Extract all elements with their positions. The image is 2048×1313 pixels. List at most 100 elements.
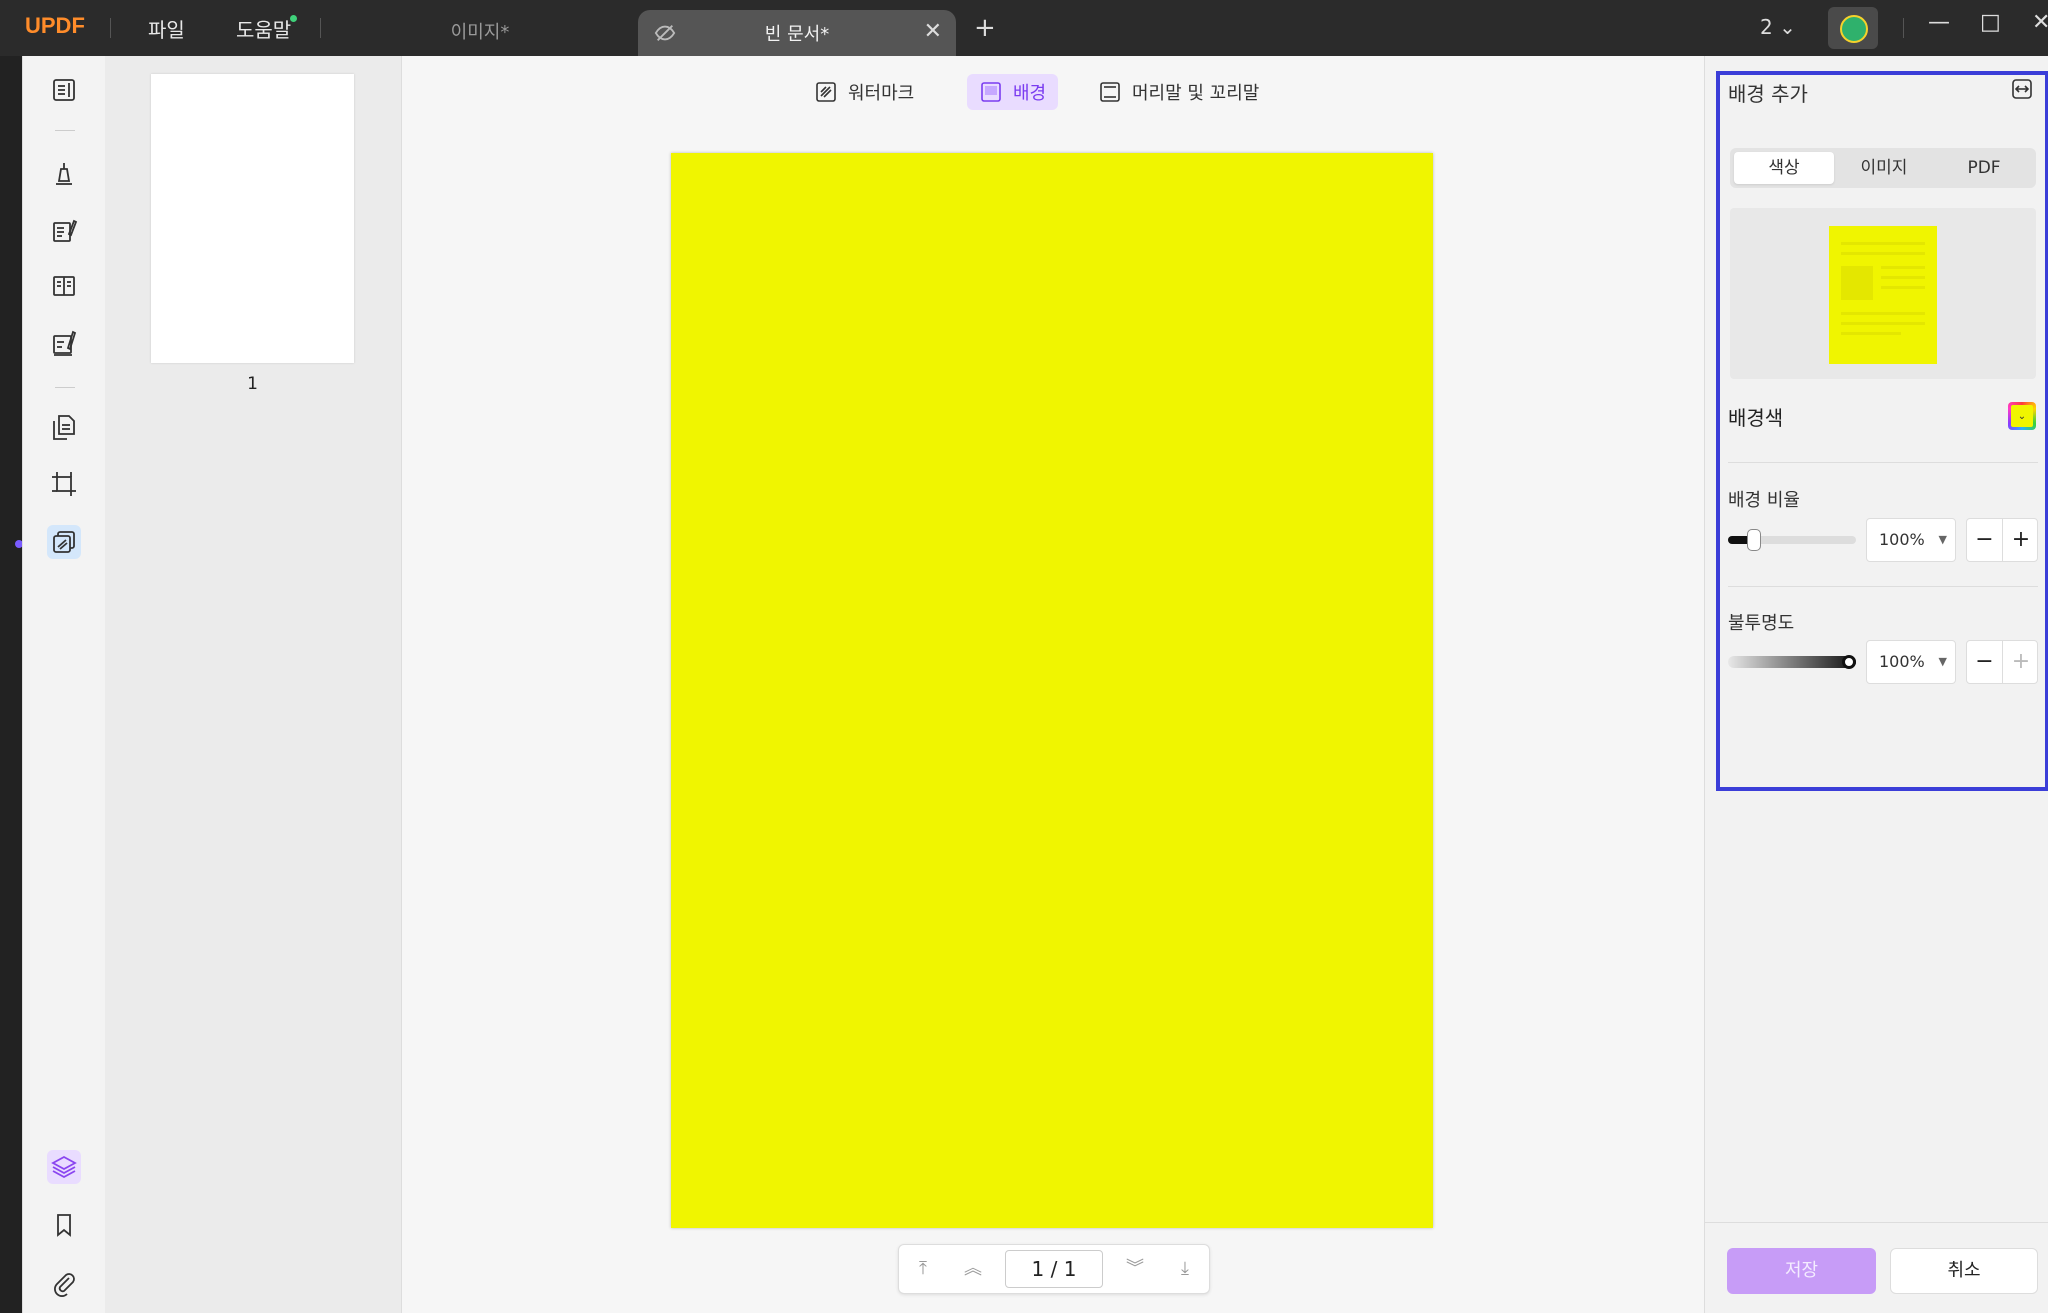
preview-document	[1829, 226, 1937, 364]
opacity-decrease-button[interactable]: −	[1967, 641, 2003, 683]
thumbnail-panel: 1	[105, 56, 402, 1313]
layers-icon[interactable]	[47, 1150, 81, 1184]
watermark-button[interactable]: 워터마크	[802, 74, 926, 110]
page-navigator: ⤒ ︽ 1 / 1 ︾ ⤓	[898, 1244, 1210, 1294]
document-area: 워터마크 배경 머리말 및 꼬리말 ⤒ ︽ 1 / 1 ︾ ⤓	[402, 56, 1704, 1313]
segment-color[interactable]: 색상	[1734, 152, 1834, 184]
menu-help[interactable]: 도움말	[236, 14, 291, 43]
user-avatar[interactable]	[1828, 7, 1878, 49]
minimize-icon[interactable]: —	[1928, 10, 1950, 35]
preview-line	[1841, 252, 1925, 255]
ratio-slider[interactable]	[1728, 529, 1856, 551]
color-picker-button[interactable]: ⌄	[2008, 402, 2036, 430]
preview-line	[1881, 286, 1925, 289]
preview-line	[1841, 322, 1925, 325]
thumbnail-label: 1	[247, 374, 258, 394]
preview-line	[1841, 242, 1925, 245]
ratio-increase-button[interactable]: +	[2003, 519, 2039, 561]
last-page-icon[interactable]: ⤓	[1173, 1257, 1197, 1281]
next-page-icon[interactable]: ︾	[1123, 1257, 1147, 1281]
opacity-value: 100%	[1879, 652, 1925, 671]
tab-image[interactable]: 이미지*	[410, 18, 550, 44]
background-color-label: 배경색	[1728, 406, 1784, 430]
opacity-slider-handle[interactable]	[1842, 655, 1856, 669]
first-page-icon[interactable]: ⤒	[911, 1257, 935, 1281]
toolbar-separator	[55, 387, 75, 388]
save-button[interactable]: 저장	[1727, 1248, 1876, 1294]
preview-line	[1841, 332, 1901, 335]
help-notification-dot	[290, 15, 297, 22]
crop-icon[interactable]	[47, 467, 81, 501]
ratio-slider-handle[interactable]	[1746, 529, 1761, 551]
header-footer-icon	[1100, 82, 1120, 102]
fill-sign-icon[interactable]	[47, 326, 81, 360]
ratio-decrease-button[interactable]: −	[1967, 519, 2003, 561]
opacity-slider[interactable]	[1728, 655, 1856, 669]
opacity-label: 불투명도	[1728, 613, 1795, 634]
title-bar: UPDF 파일 도움말 이미지* 빈 문서* ✕ + 2 ⌄ — □ ✕	[0, 0, 2048, 56]
title-separator	[110, 18, 111, 38]
header-footer-button[interactable]: 머리말 및 꼬리말	[1086, 74, 1271, 110]
menu-file[interactable]: 파일	[148, 14, 185, 43]
caret-down-icon: ▼	[1938, 533, 1947, 546]
ratio-value: 100%	[1879, 530, 1925, 549]
edit-pdf-icon[interactable]	[47, 214, 81, 248]
ratio-label: 배경 비율	[1728, 490, 1800, 511]
page-tool-tabs: 워터마크 배경 머리말 및 꼬리말	[402, 74, 1704, 110]
comment-icon[interactable]	[47, 157, 81, 191]
preview-line	[1841, 312, 1925, 315]
header-footer-label: 머리말 및 꼬리말	[1132, 83, 1260, 104]
background-label: 배경	[1013, 83, 1047, 104]
ratio-stepper: − +	[1966, 518, 2038, 562]
new-tab-icon[interactable]: +	[974, 13, 996, 43]
chevron-down-icon: ⌄	[2011, 405, 2033, 427]
previous-page-icon[interactable]: ︽	[961, 1257, 985, 1281]
tab-blank-document[interactable]: 빈 문서* ✕	[638, 10, 956, 56]
background-preview	[1730, 208, 2036, 379]
watermark-icon	[816, 82, 836, 102]
close-window-icon[interactable]: ✕	[2032, 10, 2048, 35]
page-number-input[interactable]: 1 / 1	[1005, 1250, 1103, 1288]
segment-pdf[interactable]: PDF	[1934, 152, 2034, 184]
reader-icon[interactable]	[47, 73, 81, 107]
opacity-select[interactable]: 100% ▼	[1866, 640, 1956, 684]
panel-title: 배경 추가	[1728, 82, 1808, 106]
left-toolbar	[22, 56, 105, 1313]
background-button[interactable]: 배경	[967, 74, 1059, 110]
app-logo[interactable]: UPDF	[25, 13, 85, 39]
close-tab-icon[interactable]: ✕	[924, 19, 942, 44]
opacity-increase-button[interactable]: +	[2003, 641, 2039, 683]
toolbar-separator	[55, 130, 75, 131]
tab-title: 빈 문서*	[764, 24, 830, 45]
section-divider	[1728, 462, 2038, 463]
ratio-select[interactable]: 100% ▼	[1866, 518, 1956, 562]
attachment-icon[interactable]	[47, 1266, 81, 1300]
title-separator	[320, 18, 321, 38]
opacity-stepper: − +	[1966, 640, 2038, 684]
maximize-icon[interactable]: □	[1980, 10, 2001, 35]
bookmark-icon[interactable]	[47, 1208, 81, 1242]
preview-line	[1881, 276, 1925, 279]
window-count[interactable]: 2 ⌄	[1760, 15, 1796, 39]
page-tools-icon[interactable]	[47, 525, 81, 559]
segment-image[interactable]: 이미지	[1834, 152, 1934, 184]
watermark-label: 워터마크	[848, 83, 915, 104]
preview-line	[1881, 266, 1925, 269]
background-icon	[981, 82, 1001, 102]
title-separator	[1903, 18, 1904, 38]
caret-down-icon: ▼	[1938, 655, 1947, 668]
section-divider	[1728, 586, 2038, 587]
avatar-image	[1840, 15, 1868, 43]
background-panel: 배경 추가 색상 이미지 PDF 배경색 ⌄ 배경 비율 100% ▼ − + 불…	[1704, 56, 2048, 1313]
page-thumbnail[interactable]	[151, 74, 354, 363]
preview-image	[1841, 266, 1873, 300]
organize-icon[interactable]	[47, 269, 81, 303]
chevron-down-icon: ⌄	[1779, 15, 1796, 39]
fit-icon[interactable]	[2011, 78, 2033, 100]
pdf-page[interactable]	[671, 153, 1433, 1228]
cancel-button[interactable]: 취소	[1890, 1248, 2038, 1294]
footer-divider	[1705, 1222, 2048, 1223]
window-count-value: 2	[1760, 15, 1773, 39]
convert-icon[interactable]	[47, 410, 81, 444]
background-type-selector: 색상 이미지 PDF	[1730, 148, 2036, 188]
